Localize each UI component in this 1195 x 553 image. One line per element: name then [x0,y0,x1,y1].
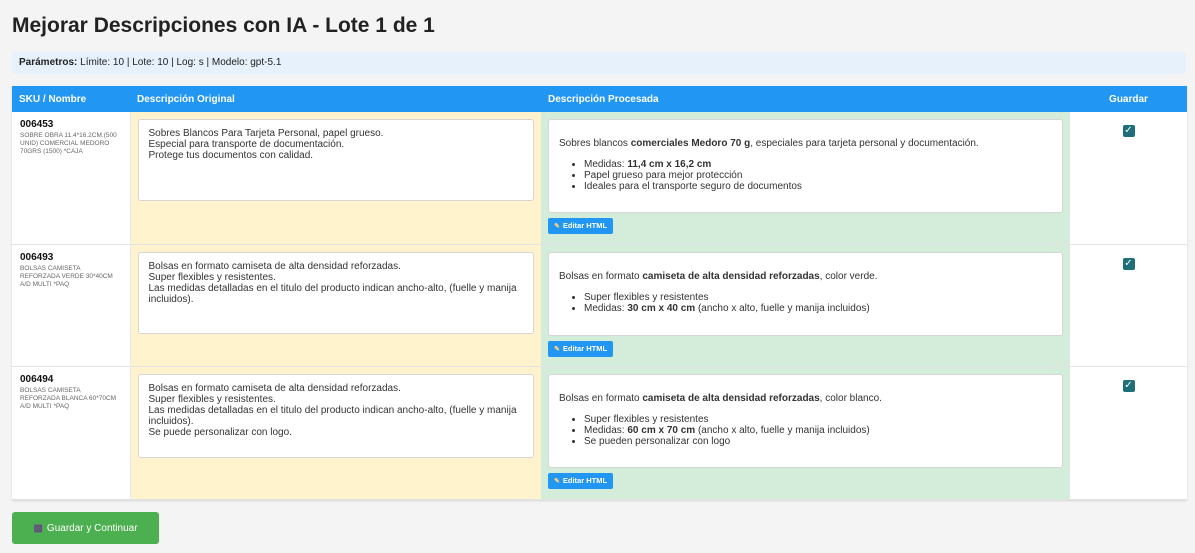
header-original: Descripción Original [130,86,541,112]
processed-cell: Bolsas en formato camiseta de alta densi… [541,366,1070,499]
processed-description-box[interactable]: Sobres blancos comerciales Medoro 70 g, … [548,119,1063,213]
item-bold: 11,4 cm x 16,2 cm [627,159,712,170]
paragraph-text-post: , especiales para tarjeta personal y doc… [750,138,979,149]
item-text: Medidas: [584,302,628,314]
sku-cell: 006494 BOLSAS CAMISETA REFORZADA BLANCA … [12,366,131,499]
processed-paragraph: Bolsas en formato camiseta de alta densi… [559,393,1052,404]
processed-list-item: Se pueden personalizar con logo [584,436,1052,447]
table-header-row: SKU / Nombre Descripción Original Descri… [12,86,1187,112]
item-text-post: (ancho x alto, fuelle y manija incluidos… [695,424,870,436]
original-line: Especial para transporte de documentació… [148,139,345,150]
paragraph-bold: camiseta de alta densidad reforzadas [642,270,820,282]
product-name: BOLSAS CAMISETA REFORZADA VERDE 30*40CM … [20,264,113,288]
page-title: Mejorar Descripciones con IA - Lote 1 de… [12,14,435,37]
item-text: Medidas: [584,159,628,170]
paragraph-text: Bolsas en formato [559,392,643,404]
sku-code: 006494 [20,373,54,385]
table-row: 006494 BOLSAS CAMISETA REFORZADA BLANCA … [12,366,1187,499]
original-line: Super flexibles y resistentes. [148,393,276,405]
original-line: Protege tus documentos con calidad. [148,150,314,161]
item-text: Super flexibles y resistentes [584,413,709,425]
original-cell: Bolsas en formato camiseta de alta densi… [130,366,541,499]
header-save: Guardar [1070,86,1187,112]
original-cell: Sobres Blancos Para Tarjeta Personal, pa… [130,112,541,244]
paragraph-text-post: , color verde. [819,270,878,282]
floppy-disk-icon: ▩ [33,522,43,534]
item-text: Se pueden personalizar con logo [584,435,731,447]
processed-list-item: Ideales para el transporte seguro de doc… [584,181,1052,192]
product-name: SOBRE OBRA 11.4*16.2CM.(500 UNID) COMERC… [20,132,117,155]
original-line: Las medidas detalladas en el titulo del … [148,404,517,427]
processed-list-item: Medidas: 60 cm x 70 cm (ancho x alto, fu… [584,425,1052,436]
edit-html-button[interactable]: ✎ Editar HTML [548,340,614,357]
header-processed: Descripción Procesada [541,86,1070,112]
params-bar: Parámetros: Límite: 10 | Lote: 10 | Log:… [12,52,1186,74]
params-text: Límite: 10 | Lote: 10 | Log: s | Modelo:… [77,57,282,68]
processed-cell: Bolsas en formato camiseta de alta densi… [541,244,1070,366]
original-description-box[interactable]: Bolsas en formato camiseta de alta densi… [137,373,534,458]
processed-list-item: Medidas: 11,4 cm x 16,2 cm [584,159,1052,170]
table-row: 006453 SOBRE OBRA 11.4*16.2CM.(500 UNID)… [12,112,1187,244]
sku-cell: 006453 SOBRE OBRA 11.4*16.2CM.(500 UNID)… [12,112,131,244]
paragraph-text-post: , color blanco. [819,392,882,404]
item-bold: 60 cm x 70 cm [627,424,696,436]
item-text: Ideales para el transporte seguro de doc… [584,181,802,192]
save-cell: ✓ [1070,244,1187,366]
edit-html-button[interactable]: ✎ Editar HTML [548,472,614,489]
params-label: Parámetros: [19,57,78,68]
descriptions-table: SKU / Nombre Descripción Original Descri… [12,86,1187,500]
original-line: Se puede personalizar con logo. [148,426,292,438]
processed-description-box[interactable]: Bolsas en formato camiseta de alta densi… [548,251,1063,336]
save-checkbox[interactable]: ✓ [1122,379,1135,392]
save-continue-button[interactable]: ▩ Guardar y Continuar [12,511,159,544]
save-cell: ✓ [1070,112,1187,244]
save-cell: ✓ [1070,366,1187,499]
paragraph-text: Sobres blancos [559,138,631,149]
processed-paragraph: Sobres blancos comerciales Medoro 70 g, … [559,138,1052,149]
original-line: Sobres Blancos Para Tarjeta Personal, pa… [148,128,384,139]
pencil-icon: ✎ [554,223,560,230]
paragraph-bold: camiseta de alta densidad reforzadas [642,392,820,404]
processed-list-item: Medidas: 30 cm x 40 cm (ancho x alto, fu… [584,303,1052,314]
processed-cell: Sobres blancos comerciales Medoro 70 g, … [541,112,1070,244]
edit-html-label: Editar HTML [562,343,608,353]
processed-list-item: Super flexibles y resistentes [584,292,1052,303]
paragraph-bold: comerciales Medoro 70 g [630,138,751,149]
processed-paragraph: Bolsas en formato camiseta de alta densi… [559,271,1052,282]
table-row: 006493 BOLSAS CAMISETA REFORZADA VERDE 3… [12,244,1187,366]
save-checkbox[interactable]: ✓ [1122,125,1135,137]
save-checkbox[interactable]: ✓ [1122,257,1135,270]
original-line: Las medidas detalladas en el titulo del … [148,282,517,305]
item-text: Medidas: [584,424,628,436]
original-line: Bolsas en formato camiseta de alta densi… [148,260,401,272]
item-bold: 30 cm x 40 cm [627,302,696,314]
product-name: BOLSAS CAMISETA REFORZADA BLANCA 60*70CM… [20,386,117,410]
pencil-icon: ✎ [554,477,560,485]
sku-cell: 006493 BOLSAS CAMISETA REFORZADA VERDE 3… [12,244,131,366]
header-sku: SKU / Nombre [12,86,130,112]
original-description-box[interactable]: Sobres Blancos Para Tarjeta Personal, pa… [137,119,534,201]
edit-html-button[interactable]: ✎ Editar HTML [548,218,614,234]
processed-list: Medidas: 11,4 cm x 16,2 cmPapel grueso p… [559,159,1052,192]
item-text: Super flexibles y resistentes [584,291,709,303]
paragraph-text: Bolsas en formato [559,270,643,282]
sku-code: 006493 [20,251,54,263]
processed-description-box[interactable]: Bolsas en formato camiseta de alta densi… [548,373,1063,468]
edit-html-label: Editar HTML [562,221,608,230]
original-description-box[interactable]: Bolsas en formato camiseta de alta densi… [137,251,534,334]
page: Mejorar Descripciones con IA - Lote 1 de… [0,0,1195,544]
processed-list: Super flexibles y resistentesMedidas: 60… [559,414,1052,447]
save-continue-label: Guardar y Continuar [46,522,138,534]
processed-list: Super flexibles y resistentesMedidas: 30… [559,292,1052,314]
processed-list-item: Super flexibles y resistentes [584,414,1052,425]
original-line: Super flexibles y resistentes. [148,271,276,283]
edit-html-label: Editar HTML [562,475,608,485]
pencil-icon: ✎ [554,345,560,353]
processed-list-item: Papel grueso para mejor protección [584,170,1052,181]
sku-code: 006453 [20,119,54,130]
item-text-post: (ancho x alto, fuelle y manija incluidos… [695,302,870,314]
item-text: Papel grueso para mejor protección [584,170,743,181]
original-cell: Bolsas en formato camiseta de alta densi… [130,244,541,366]
original-line: Bolsas en formato camiseta de alta densi… [148,382,401,394]
